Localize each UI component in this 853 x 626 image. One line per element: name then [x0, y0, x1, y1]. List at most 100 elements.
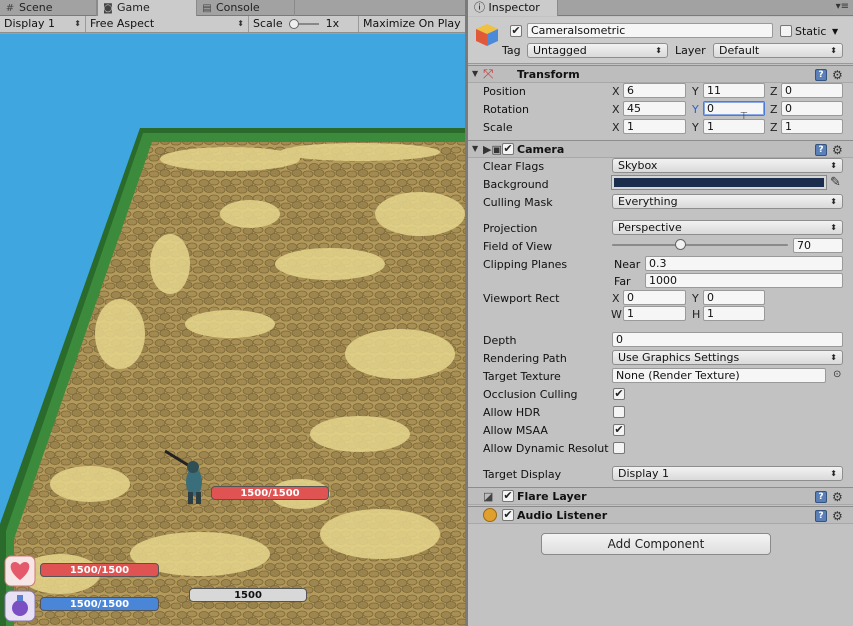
target-texture-field[interactable]: None (Render Texture) — [612, 368, 826, 383]
near-clip-field[interactable]: 0.3 — [645, 256, 843, 271]
viewport-y-field[interactable]: 0 — [703, 290, 765, 305]
position-y-field[interactable]: 11 — [703, 83, 765, 98]
position-x-field[interactable]: 6 — [623, 83, 686, 98]
projection-dropdown[interactable]: Perspective ⬍ — [612, 220, 843, 235]
audio-listener-enabled-checkbox[interactable]: ✔ — [502, 509, 514, 521]
gear-icon[interactable]: ⚙ — [832, 144, 843, 156]
scale-label: Scale — [483, 121, 513, 134]
tab-inspector[interactable]: ⓘ Inspector — [468, 0, 558, 16]
tab-game[interactable]: ◙ Game — [97, 0, 197, 16]
help-icon[interactable]: ? — [815, 69, 827, 81]
flare-layer-header[interactable]: ◪ ✔ Flare Layer ? ⚙ — [468, 487, 853, 505]
caret-icon: ⬍ — [830, 46, 837, 55]
static-dropdown-icon[interactable]: ▼ — [832, 25, 838, 38]
clipping-planes-label: Clipping Planes — [483, 258, 568, 271]
gear-icon[interactable]: ⚙ — [832, 491, 843, 503]
scale-x-field[interactable]: 1 — [623, 119, 686, 134]
player-health-bar: 1500/1500 — [40, 563, 159, 577]
game-viewport[interactable]: 1500/1500 1500/1500 1500/1500 1500 — [0, 34, 465, 626]
culling-mask-dropdown[interactable]: Everything ⬍ — [612, 194, 843, 209]
tab-scene[interactable]: # Scene — [0, 0, 97, 16]
object-name-field[interactable]: CameraIsometric — [527, 23, 773, 38]
tag-label: Tag — [502, 44, 521, 57]
potion-icon — [4, 590, 36, 622]
object-picker-icon[interactable]: ⊙ — [833, 369, 841, 380]
flare-layer-enabled-checkbox[interactable]: ✔ — [502, 490, 514, 502]
scale-z-field[interactable]: 1 — [781, 119, 843, 134]
viewport-x-field[interactable]: 0 — [623, 290, 686, 305]
rotation-label: Rotation — [483, 103, 530, 116]
display-dropdown[interactable]: Display 1 ⬍ — [0, 16, 86, 32]
caret-icon: ⬍ — [830, 197, 837, 206]
allow-dynamic-resolution-checkbox[interactable] — [613, 442, 625, 454]
scale-slider[interactable] — [289, 19, 320, 29]
gameobject-cube-icon — [476, 24, 498, 46]
depth-field[interactable]: 0 — [612, 332, 843, 347]
rendering-path-dropdown[interactable]: Use Graphics Settings ⬍ — [612, 350, 843, 365]
position-label: Position — [483, 85, 526, 98]
rotation-y-field[interactable]: 0 — [703, 101, 765, 116]
allow-msaa-checkbox[interactable]: ✔ — [613, 424, 625, 436]
camera-enabled-checkbox[interactable]: ✔ — [502, 143, 514, 155]
axis-y-label: Y — [692, 103, 699, 116]
tag-dropdown[interactable]: Untagged ⬍ — [527, 43, 668, 58]
culling-mask-label: Culling Mask — [483, 196, 553, 209]
caret-icon: ⬍ — [830, 469, 837, 478]
axis-w-label: W — [611, 308, 622, 321]
rendering-path-label: Rendering Path — [483, 352, 567, 365]
viewport-h-field[interactable]: 1 — [703, 306, 765, 321]
enemy-health-bar: 1500/1500 — [211, 486, 329, 500]
help-icon[interactable]: ? — [815, 510, 827, 522]
object-header: ✔ CameraIsometric Static ▼ Tag Untagged ⬍… — [468, 17, 853, 64]
field-of-view-slider[interactable] — [612, 239, 788, 251]
rotation-z-field[interactable]: 0 — [781, 101, 843, 116]
clear-flags-dropdown[interactable]: Skybox ⬍ — [612, 158, 843, 173]
aspect-dropdown[interactable]: Free Aspect ⬍ — [86, 16, 249, 32]
tab-console[interactable]: ▤ Console — [197, 0, 295, 16]
target-display-label: Target Display — [483, 468, 562, 481]
allow-hdr-checkbox[interactable] — [613, 406, 625, 418]
target-display-dropdown[interactable]: Display 1 ⬍ — [612, 466, 843, 481]
caret-icon: ⬍ — [74, 19, 81, 28]
position-z-field[interactable]: 0 — [781, 83, 843, 98]
far-clip-field[interactable]: 1000 — [645, 273, 843, 288]
axis-z-label: Z — [770, 85, 778, 98]
flare-layer-icon: ◪ — [483, 490, 494, 503]
scale-y-field[interactable]: 1 — [703, 119, 765, 134]
viewport-w-field[interactable]: 1 — [623, 306, 686, 321]
panel-menu-icon[interactable]: ▾≡ — [836, 1, 849, 12]
camera-icon: ▶▣ — [483, 143, 502, 156]
slider-knob[interactable] — [674, 239, 686, 250]
maximize-on-play-toggle[interactable]: Maximize On Play — [359, 16, 465, 32]
active-checkbox[interactable]: ✔ — [510, 25, 522, 37]
gear-icon[interactable]: ⚙ — [832, 69, 843, 81]
scale-control[interactable]: Scale 1x — [249, 16, 359, 32]
caret-icon: ⬍ — [655, 46, 662, 55]
field-of-view-field[interactable]: 70 — [793, 238, 843, 253]
heart-icon — [4, 555, 36, 587]
background-color-swatch[interactable] — [611, 175, 827, 190]
audio-listener-icon — [483, 508, 497, 522]
audio-listener-header[interactable]: ✔ Audio Listener ? ⚙ — [468, 506, 853, 524]
player-mana-bar: 1500/1500 — [40, 597, 159, 611]
foldout-icon[interactable]: ▼ — [472, 144, 478, 153]
background-label: Background — [483, 178, 549, 191]
eyedropper-icon[interactable]: ✎ — [830, 175, 841, 190]
transform-header[interactable]: ▼ ⤧ Transform ? ⚙ — [468, 65, 853, 83]
help-icon[interactable]: ? — [815, 144, 827, 156]
add-component-button[interactable]: Add Component — [541, 533, 771, 555]
left-tab-bar: # Scene ◙ Game ▤ Console — [0, 0, 465, 16]
camera-header[interactable]: ▼ ▶▣ ✔ Camera ? ⚙ — [468, 140, 853, 158]
grid-icon: # — [5, 3, 15, 14]
gear-icon[interactable]: ⚙ — [832, 510, 843, 522]
static-checkbox[interactable] — [780, 25, 792, 37]
help-icon[interactable]: ? — [815, 491, 827, 503]
transform-icon: ⤧ — [483, 67, 494, 82]
rotation-x-field[interactable]: 45 — [623, 101, 686, 116]
axis-h-label: H — [692, 308, 701, 321]
layer-dropdown[interactable]: Default ⬍ — [713, 43, 843, 58]
axis-x-label: X — [612, 292, 620, 305]
foldout-icon[interactable]: ▼ — [472, 69, 478, 78]
info-icon: ⓘ — [474, 1, 485, 14]
occlusion-culling-checkbox[interactable]: ✔ — [613, 388, 625, 400]
